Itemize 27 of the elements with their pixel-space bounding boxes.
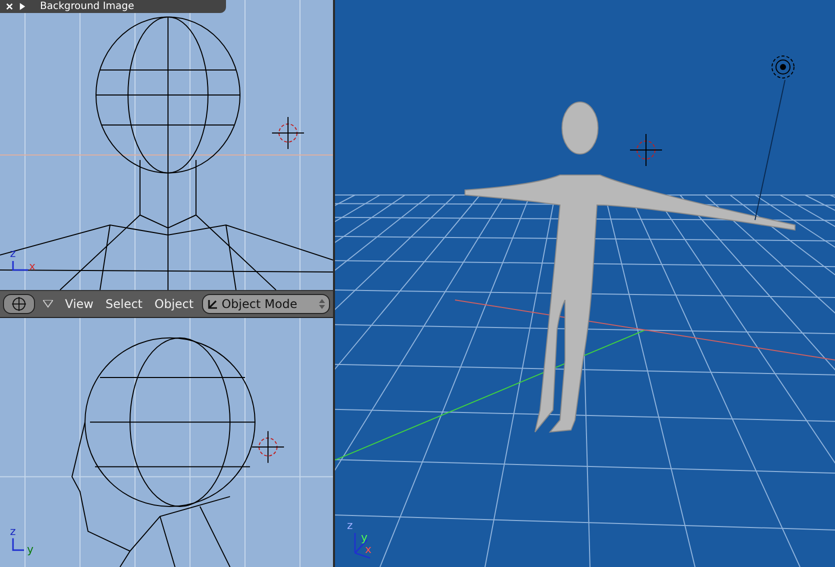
close-icon[interactable] [6,3,13,10]
caret-icon[interactable] [43,300,53,308]
menu-item[interactable]: View [61,297,98,311]
expand-icon[interactable] [19,3,26,10]
viewport-type-button[interactable] [3,294,35,314]
axis-icon [12,538,24,551]
lamp-icon [772,56,794,78]
menu-item[interactable]: Object [150,297,198,311]
axis-label: z [10,526,16,537]
mode-dropdown[interactable]: Object Mode [202,294,330,314]
axis-label: z [347,520,353,531]
cursor-icon [252,430,284,464]
side-viewport[interactable]: z y [0,317,333,567]
crosshair-icon [12,297,26,311]
cursor-icon [630,134,662,166]
menu-item[interactable]: Select [101,297,147,311]
axis-label: x [29,261,36,272]
axis-label: x [365,544,372,555]
axis-icon [12,261,28,271]
axis-label: y [361,532,368,543]
perspective-viewport[interactable]: z y x [335,0,835,567]
axis-label: y [27,544,34,555]
panel-title: Background Image [40,2,134,12]
axis-icon [354,532,371,559]
axes-icon [206,298,219,310]
cursor-icon [272,116,304,150]
stepper-icon [319,299,325,309]
